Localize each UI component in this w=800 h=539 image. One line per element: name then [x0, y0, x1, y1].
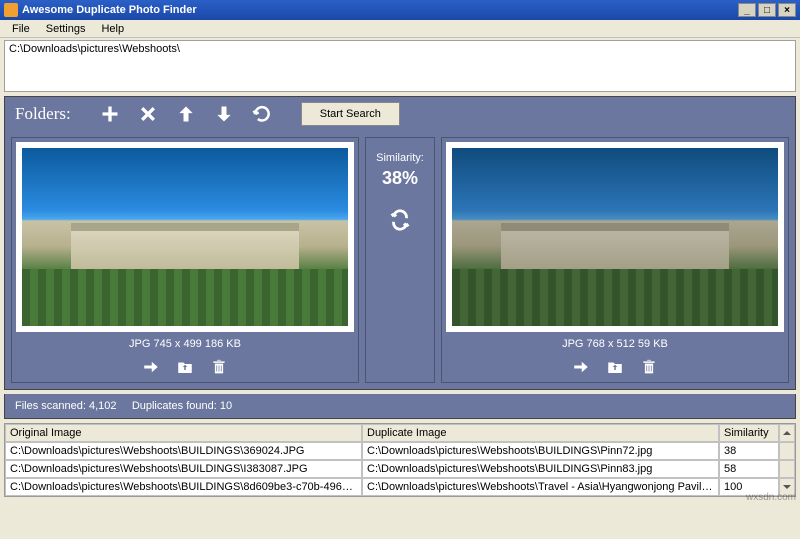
arrow-up-icon	[176, 104, 196, 124]
cell-original: C:\Downloads\pictures\Webshoots\BUILDING…	[5, 478, 362, 496]
arrow-right-icon	[142, 358, 160, 376]
files-scanned-value: 4,102	[89, 400, 117, 412]
duplicate-move-button[interactable]	[604, 356, 626, 378]
header-original[interactable]: Original Image	[5, 424, 362, 442]
similarity-panel: Similarity: 38%	[365, 137, 435, 383]
plus-icon	[100, 104, 120, 124]
original-image-panel: JPG 745 x 499 186 KB	[11, 137, 359, 383]
arrow-down-icon	[214, 104, 234, 124]
app-icon	[4, 3, 18, 17]
swap-button[interactable]	[389, 209, 411, 234]
arrow-right-icon	[572, 358, 590, 376]
table-row[interactable]: C:\Downloads\pictures\Webshoots\BUILDING…	[5, 478, 795, 496]
move-up-button[interactable]	[173, 101, 199, 127]
trash-icon	[640, 358, 658, 376]
scroll-up-button[interactable]	[779, 424, 795, 442]
folder-path-item[interactable]: C:\Downloads\pictures\Webshoots\	[9, 43, 791, 55]
duplicate-delete-button[interactable]	[638, 356, 660, 378]
original-open-button[interactable]	[140, 356, 162, 378]
files-scanned-label: Files scanned:	[15, 400, 86, 412]
folders-toolbar: Folders: Start Search	[5, 97, 795, 131]
duplicate-open-button[interactable]	[570, 356, 592, 378]
cell-similarity: 58	[719, 460, 779, 478]
duplicates-found-label: Duplicates found:	[132, 400, 217, 412]
similarity-value: 38%	[382, 168, 418, 189]
cell-duplicate: C:\Downloads\pictures\Webshoots\Travel -…	[362, 478, 719, 496]
scrollbar-track[interactable]	[779, 460, 795, 478]
duplicates-found-value: 10	[220, 400, 232, 412]
folders-label: Folders:	[15, 104, 71, 124]
folder-path-list[interactable]: C:\Downloads\pictures\Webshoots\	[4, 40, 796, 92]
close-button[interactable]: ×	[778, 3, 796, 17]
cell-duplicate: C:\Downloads\pictures\Webshoots\BUILDING…	[362, 442, 719, 460]
cell-duplicate: C:\Downloads\pictures\Webshoots\BUILDING…	[362, 460, 719, 478]
table-row[interactable]: C:\Downloads\pictures\Webshoots\BUILDING…	[5, 442, 795, 460]
cell-similarity: 38	[719, 442, 779, 460]
refresh-button[interactable]	[249, 101, 275, 127]
original-image-actions	[140, 356, 230, 378]
maximize-button[interactable]: □	[758, 3, 776, 17]
move-down-button[interactable]	[211, 101, 237, 127]
refresh-icon	[252, 104, 272, 124]
cell-similarity: 100	[719, 478, 779, 496]
duplicate-photo[interactable]	[452, 148, 778, 326]
menu-settings[interactable]: Settings	[38, 23, 94, 35]
results-table: Original Image Duplicate Image Similarit…	[4, 423, 796, 497]
menu-file[interactable]: File	[4, 23, 38, 35]
original-image-frame	[16, 142, 354, 332]
main-panel: Folders: Start Search JPG 745 x 499 186 …	[4, 96, 796, 390]
x-icon	[138, 104, 158, 124]
table-row[interactable]: C:\Downloads\pictures\Webshoots\BUILDING…	[5, 460, 795, 478]
titlebar: Awesome Duplicate Photo Finder _ □ ×	[0, 0, 800, 20]
duplicate-image-meta: JPG 768 x 512 59 KB	[562, 338, 668, 350]
original-image-meta: JPG 745 x 499 186 KB	[129, 338, 241, 350]
original-delete-button[interactable]	[208, 356, 230, 378]
original-move-button[interactable]	[174, 356, 196, 378]
trash-icon	[210, 358, 228, 376]
cell-original: C:\Downloads\pictures\Webshoots\BUILDING…	[5, 460, 362, 478]
chevron-up-icon	[782, 428, 792, 438]
header-duplicate[interactable]: Duplicate Image	[362, 424, 719, 442]
scroll-down-button[interactable]	[779, 478, 795, 496]
duplicate-image-panel: JPG 768 x 512 59 KB	[441, 137, 789, 383]
results-body: C:\Downloads\pictures\Webshoots\BUILDING…	[5, 442, 795, 496]
start-search-button[interactable]: Start Search	[301, 102, 400, 126]
scrollbar-track[interactable]	[779, 442, 795, 460]
menubar: File Settings Help	[0, 20, 800, 38]
results-header: Original Image Duplicate Image Similarit…	[5, 424, 795, 442]
remove-folder-button[interactable]	[135, 101, 161, 127]
header-similarity[interactable]: Similarity	[719, 424, 779, 442]
stats-bar: Files scanned: 4,102 Duplicates found: 1…	[4, 394, 796, 419]
chevron-down-icon	[782, 482, 792, 492]
duplicate-image-frame	[446, 142, 784, 332]
compare-row: JPG 745 x 499 186 KB Similarity: 38%	[5, 131, 795, 389]
add-folder-button[interactable]	[97, 101, 123, 127]
folder-up-icon	[606, 358, 624, 376]
duplicate-image-actions	[570, 356, 660, 378]
window-title: Awesome Duplicate Photo Finder	[22, 4, 197, 16]
similarity-label: Similarity:	[376, 152, 424, 164]
swap-icon	[389, 209, 411, 231]
cell-original: C:\Downloads\pictures\Webshoots\BUILDING…	[5, 442, 362, 460]
folder-up-icon	[176, 358, 194, 376]
menu-help[interactable]: Help	[93, 23, 132, 35]
minimize-button[interactable]: _	[738, 3, 756, 17]
original-photo[interactable]	[22, 148, 348, 326]
